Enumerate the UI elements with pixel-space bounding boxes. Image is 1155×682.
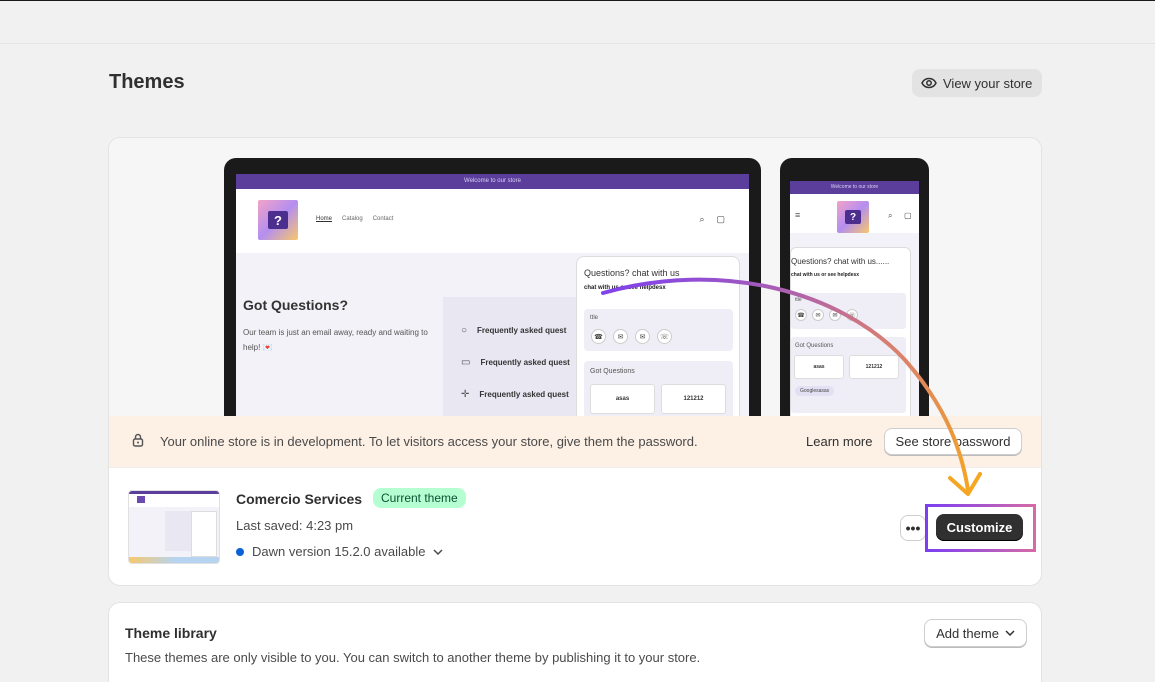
faq-panel: ○ Frequently asked quest ▭ Frequently aske… <box>443 297 583 416</box>
chat-widget: Questions? chat with us chat with us or … <box>576 256 740 416</box>
faq-label: Frequently asked quest <box>480 358 570 367</box>
faq-item: ▭ Frequently asked quest <box>461 357 570 368</box>
mobile-widget-subtitle: chat with us or see helpdesx <box>791 272 860 278</box>
page-title: Themes <box>109 71 185 93</box>
hero-text: Our team is just an email away, ready an… <box>243 328 428 352</box>
thumbnail-bar <box>129 491 219 494</box>
search-icon[interactable]: ⌕ <box>699 214 704 225</box>
add-theme-label: Add theme <box>936 625 999 641</box>
mobile-channels-label: ttle <box>795 297 802 303</box>
store-header-icons: ⌕ ▢ <box>699 214 725 225</box>
view-store-label: View your store <box>943 75 1033 91</box>
mobile-widget-channels: ttle ☎ ✉ ✉ ☏ <box>791 293 906 329</box>
library-description: These themes are only visible to you. Yo… <box>125 650 701 665</box>
thumbnail-widget <box>191 511 217 557</box>
mobile-preview: Welcome to our store ≡ ? ⌕ ▢ Questions? … <box>780 158 929 416</box>
cart-icon[interactable]: ▢ <box>904 211 912 220</box>
thumbnail-panel <box>165 511 191 551</box>
see-store-password-button[interactable]: See store password <box>884 428 1022 455</box>
faq-item: ✛ Frequently asked quest <box>461 389 569 400</box>
store-header: ? Home Catalog Contact ⌕ ▢ <box>236 189 749 253</box>
question-cell[interactable]: 121212 <box>849 355 899 379</box>
email-icon[interactable]: ✉ <box>829 309 841 321</box>
desktop-screen: Welcome to our store ? Home Catalog Cont… <box>236 174 749 416</box>
announcement-bar: Welcome to our store <box>236 174 749 189</box>
nav-contact[interactable]: Contact <box>373 216 394 222</box>
development-banner: Your online store is in development. To … <box>109 416 1041 468</box>
theme-library-card: Theme library These themes are only visi… <box>108 602 1042 682</box>
status-dot <box>236 547 244 556</box>
widget-title: Questions? chat with us <box>584 268 680 278</box>
mobile-question-cells: asas 121212 <box>794 355 899 379</box>
phone-icon[interactable]: ☏ <box>846 309 858 321</box>
chevron-down-icon <box>1005 630 1015 636</box>
messenger-icon[interactable]: ✉ <box>812 309 824 321</box>
eye-icon <box>921 77 937 89</box>
question-cells: asas 121212 <box>590 384 726 414</box>
email-icon[interactable]: ✉ <box>635 329 650 344</box>
customize-button[interactable]: Customize <box>936 514 1023 541</box>
widget-subtitle: chat with us or see helpdesx <box>584 285 666 291</box>
update-available[interactable]: Dawn version 15.2.0 available <box>236 544 443 559</box>
question-cell[interactable]: asas <box>794 355 844 379</box>
menu-icon[interactable]: ≡ <box>795 210 800 220</box>
widget-questions: Got Questions asas 121212 <box>584 361 733 416</box>
search-icon[interactable]: ⌕ <box>888 211 892 221</box>
last-saved-text: Last saved: 4:23 pm <box>236 518 354 533</box>
channel-icons: ☎ ✉ ✉ ☏ <box>591 329 672 344</box>
messenger-icon[interactable]: ✉ <box>613 329 628 344</box>
mobile-logo-glyph: ? <box>845 210 861 224</box>
channels-label: ttle <box>590 315 599 321</box>
question-cell[interactable]: asas <box>590 384 655 414</box>
more-actions-button[interactable]: ••• <box>900 515 926 541</box>
mobile-widget-title: Questions? chat with us...... <box>791 257 890 266</box>
nav-catalog[interactable]: Catalog <box>342 216 363 222</box>
chevron-down-icon <box>433 548 443 555</box>
mobile-contact-section: Questions? chat with us...... chat with … <box>790 233 919 416</box>
store-nav: Home Catalog Contact <box>316 216 393 222</box>
theme-name: Comercio Services <box>236 491 363 507</box>
view-store-button[interactable]: View your store <box>912 69 1042 97</box>
mobile-announcement-bar: Welcome to our store <box>790 181 919 194</box>
mobile-questions-label: Got Questions <box>795 343 834 349</box>
mobile-channel-icons: ☎ ✉ ✉ ☏ <box>795 309 858 321</box>
questions-label: Got Questions <box>590 368 635 375</box>
mobile-store-logo: ? <box>837 201 869 233</box>
add-theme-button[interactable]: Add theme <box>924 619 1027 647</box>
learn-more-link[interactable]: Learn more <box>806 434 872 449</box>
cart-icon[interactable]: ▢ <box>716 214 725 225</box>
logo-glyph: ? <box>268 211 288 229</box>
thumbnail-logo <box>137 496 145 503</box>
image-icon: ▭ <box>461 357 471 368</box>
thumbnail-footer <box>129 557 219 563</box>
mobile-screen: Welcome to our store ≡ ? ⌕ ▢ Questions? … <box>790 181 919 416</box>
faq-label: Frequently asked quest <box>477 326 567 335</box>
library-title: Theme library <box>125 625 217 641</box>
desktop-preview: Welcome to our store ? Home Catalog Cont… <box>224 158 761 416</box>
store-logo: ? <box>258 200 298 240</box>
widget-channels: ttle ☎ ✉ ✉ ☏ <box>584 309 733 351</box>
lock-icon <box>132 433 144 447</box>
whatsapp-icon[interactable]: ☎ <box>591 329 606 344</box>
mobile-widget-questions: Got Questions asas 121212 Googlesasas <box>791 337 906 413</box>
theme-thumbnail[interactable] <box>128 490 220 564</box>
faq-label: Frequently asked quest <box>479 390 569 399</box>
chat-icon: ○ <box>461 325 468 336</box>
phone-icon[interactable]: ☏ <box>657 329 672 344</box>
current-theme-badge: Current theme <box>373 488 466 508</box>
top-bar <box>0 1 1155 44</box>
store-contact-section: Got Questions? Our team is just an email… <box>236 253 749 416</box>
banner-message: Your online store is in development. To … <box>160 434 698 449</box>
question-cell[interactable]: 121212 <box>661 384 726 414</box>
hero-title: Got Questions? <box>243 297 348 313</box>
nav-home[interactable]: Home <box>316 216 332 222</box>
update-text: Dawn version 15.2.0 available <box>252 544 426 559</box>
current-theme-card: Welcome to our store ? Home Catalog Cont… <box>108 137 1042 586</box>
question-chip[interactable]: Googlesasas <box>795 386 835 396</box>
whatsapp-icon[interactable]: ☎ <box>795 309 807 321</box>
faq-item: ○ Frequently asked quest <box>461 325 566 336</box>
mobile-chat-widget: Questions? chat with us...... chat with … <box>790 247 911 416</box>
move-icon: ✛ <box>461 389 470 400</box>
theme-preview: Welcome to our store ? Home Catalog Cont… <box>109 138 1041 416</box>
